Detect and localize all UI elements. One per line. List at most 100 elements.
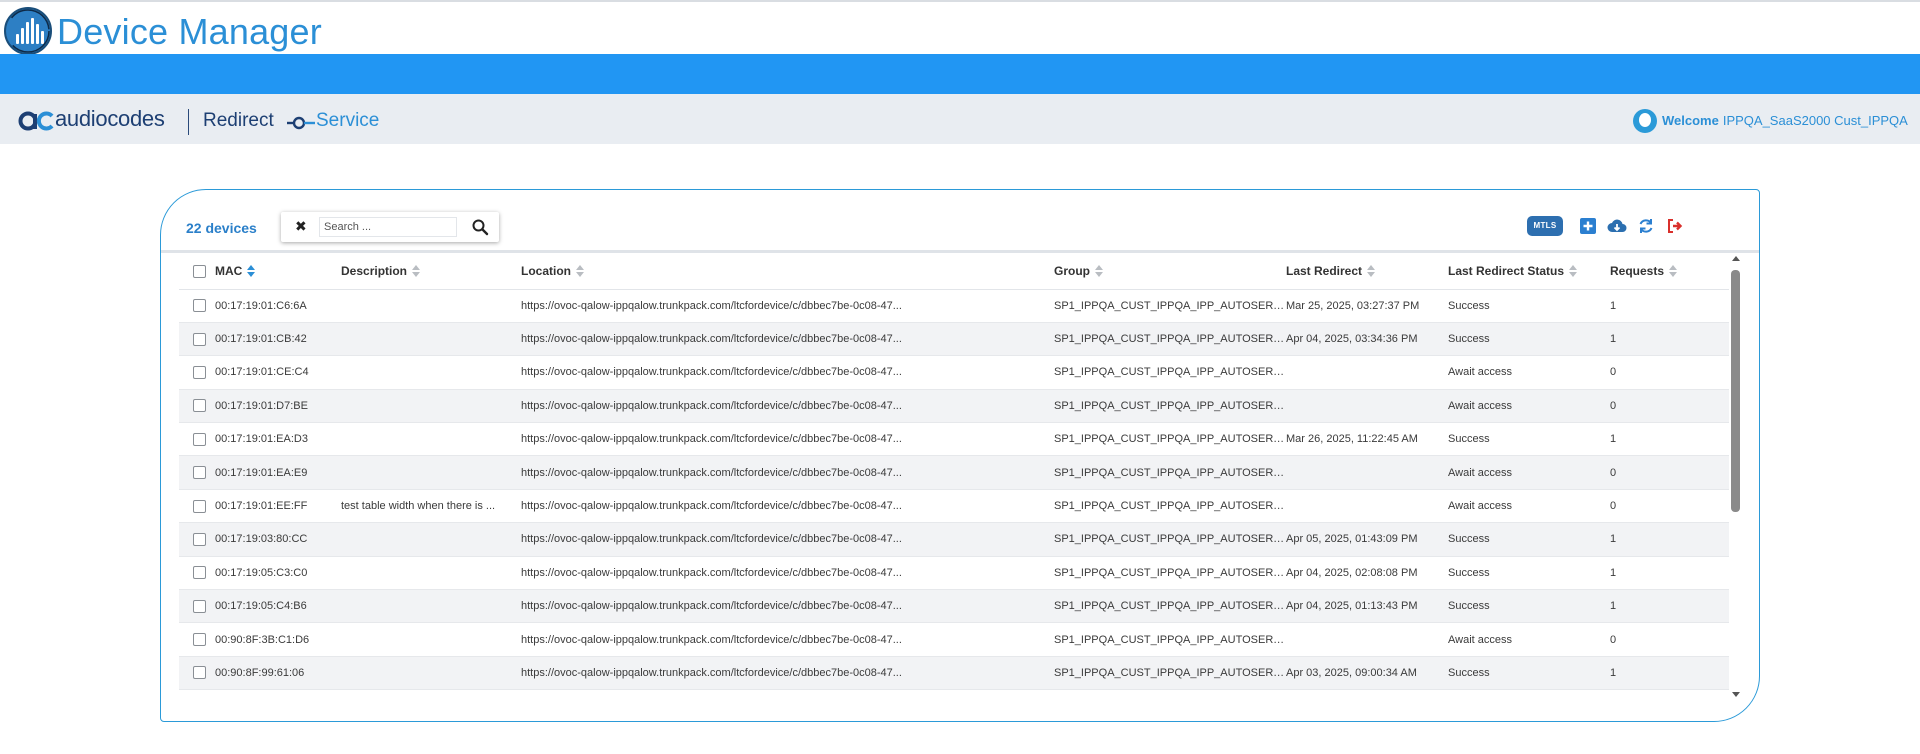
row-select-cell bbox=[179, 389, 215, 424]
cloud-download-icon[interactable] bbox=[1607, 217, 1627, 235]
row-select-cell bbox=[179, 489, 215, 524]
table-row[interactable]: 00:90:8F:3B:C1:D6 https://ovoc-qalow-ippq… bbox=[179, 622, 1729, 657]
status-cell: Success bbox=[1448, 322, 1610, 357]
location-cell: https://ovoc-qalow-ippqalow.trunkpack.co… bbox=[521, 589, 1054, 624]
description-cell bbox=[341, 389, 521, 424]
sort-icon[interactable] bbox=[1569, 264, 1578, 278]
table-row[interactable]: 00:17:19:01:CB:42 https://ovoc-qalow-ippq… bbox=[179, 322, 1729, 357]
sort-icon[interactable] bbox=[247, 264, 256, 278]
brand-bar: audiocodes Redirect Service Welcome IPPQA… bbox=[0, 94, 1920, 144]
row-checkbox[interactable] bbox=[193, 332, 206, 346]
status-cell: Await access bbox=[1448, 489, 1610, 524]
location-cell: https://ovoc-qalow-ippqalow.trunkpack.co… bbox=[521, 489, 1054, 524]
location-cell: https://ovoc-qalow-ippqalow.trunkpack.co… bbox=[521, 656, 1054, 691]
group-cell: SP1_IPPQA_CUST_IPPQA_IPP_AUTOSERVICE bbox=[1054, 422, 1286, 457]
description-cell bbox=[341, 422, 521, 457]
requests-cell: 1 bbox=[1610, 656, 1729, 691]
requests-cell: 1 bbox=[1610, 522, 1729, 557]
mac-cell: 00:17:19:01:CE:C4 bbox=[215, 355, 341, 390]
mtls-button[interactable]: MTLS bbox=[1527, 216, 1563, 236]
table-row[interactable]: 00:17:19:01:CE:C4 https://ovoc-qalow-ippq… bbox=[179, 355, 1729, 390]
last-redirect-cell: Apr 04, 2025, 01:13:43 PM bbox=[1286, 589, 1448, 624]
row-checkbox[interactable] bbox=[193, 466, 206, 480]
requests-cell: 1 bbox=[1610, 589, 1729, 624]
table-row[interactable]: 00:17:19:01:EE:FF test table width when t… bbox=[179, 489, 1729, 524]
sort-icon[interactable] bbox=[576, 264, 584, 278]
row-checkbox[interactable] bbox=[193, 532, 206, 546]
mac-cell: 00:17:19:03:80:CC bbox=[215, 522, 341, 557]
table-row[interactable]: 00:17:19:01:EA:D3 https://ovoc-qalow-ippq… bbox=[179, 422, 1729, 457]
welcome-user[interactable]: Welcome IPPQA_SaaS2000 Cust_IPPQA bbox=[1662, 113, 1908, 128]
sort-icon[interactable] bbox=[1367, 264, 1376, 278]
table-row[interactable]: 00:90:8F:99:61:06 https://ovoc-qalow-ippq… bbox=[179, 656, 1729, 691]
last-redirect-cell bbox=[1286, 455, 1448, 490]
table-row[interactable]: 00:17:19:03:80:CC https://ovoc-qalow-ippq… bbox=[179, 522, 1729, 557]
table-row[interactable]: 00:17:19:01:EA:E9 https://ovoc-qalow-ippq… bbox=[179, 455, 1729, 490]
row-checkbox[interactable] bbox=[193, 432, 206, 446]
row-checkbox[interactable] bbox=[193, 499, 206, 513]
requests-cell: 0 bbox=[1610, 389, 1729, 424]
column-header-requests[interactable]: Requests bbox=[1610, 253, 1729, 290]
search-input[interactable] bbox=[319, 217, 457, 237]
row-checkbox[interactable] bbox=[193, 666, 206, 680]
mac-cell: 00:90:8F:99:61:06 bbox=[215, 656, 341, 691]
column-label: Requests bbox=[1610, 263, 1665, 278]
column-header-last-redirect[interactable]: Last Redirect bbox=[1286, 253, 1448, 290]
search-icon[interactable] bbox=[471, 218, 489, 236]
row-checkbox[interactable] bbox=[193, 399, 206, 413]
group-cell: SP1_IPPQA_CUST_IPPQA_IPP_AUTOSERVICE bbox=[1054, 455, 1286, 490]
row-checkbox[interactable] bbox=[193, 299, 206, 313]
row-select-cell bbox=[179, 589, 215, 624]
group-cell: SP1_IPPQA_CUST_IPPQA_IPP_AUTOSERVICE bbox=[1054, 522, 1286, 557]
table-row[interactable]: 00:17:19:01:C6:6A https://ovoc-qalow-ippq… bbox=[179, 289, 1729, 323]
last-redirect-cell: Apr 04, 2025, 03:34:36 PM bbox=[1286, 322, 1448, 357]
row-checkbox[interactable] bbox=[193, 599, 206, 613]
mac-cell: 00:17:19:01:EA:E9 bbox=[215, 455, 341, 490]
logout-icon[interactable] bbox=[1666, 217, 1684, 235]
row-select-cell bbox=[179, 355, 215, 390]
refresh-icon[interactable] bbox=[1637, 217, 1655, 235]
group-cell: SP1_IPPQA_CUST_IPPQA_IPP_AUTOSERVICE bbox=[1054, 355, 1286, 390]
column-header-mac[interactable]: MAC bbox=[215, 253, 341, 290]
row-checkbox[interactable] bbox=[193, 365, 206, 379]
column-header-description[interactable]: Description bbox=[341, 253, 521, 290]
table-row[interactable]: 00:17:19:01:D7:BE https://ovoc-qalow-ippq… bbox=[179, 389, 1729, 424]
requests-cell: 0 bbox=[1610, 355, 1729, 390]
user-avatar-icon[interactable] bbox=[1633, 109, 1657, 133]
requests-cell: 1 bbox=[1610, 322, 1729, 357]
sort-icon[interactable] bbox=[412, 264, 421, 278]
column-header-last-redirect-status[interactable]: Last Redirect Status bbox=[1448, 253, 1610, 290]
group-cell: SP1_IPPQA_CUST_IPPQA_IPP_AUTOSERVICE bbox=[1054, 389, 1286, 424]
row-checkbox[interactable] bbox=[193, 566, 206, 580]
scrollbar-thumb[interactable] bbox=[1731, 270, 1740, 512]
location-cell: https://ovoc-qalow-ippqalow.trunkpack.co… bbox=[521, 455, 1054, 490]
title-bar: Device Manager bbox=[0, 0, 1920, 55]
column-header-group[interactable]: Group bbox=[1054, 253, 1286, 290]
select-all-checkbox[interactable] bbox=[193, 264, 206, 278]
description-cell bbox=[341, 622, 521, 657]
last-redirect-cell: Apr 03, 2025, 09:00:34 AM bbox=[1286, 656, 1448, 691]
requests-cell: 0 bbox=[1610, 455, 1729, 490]
status-cell: Await access bbox=[1448, 355, 1610, 390]
description-cell bbox=[341, 289, 521, 323]
table-row[interactable]: 00:17:19:05:C3:C0 https://ovoc-qalow-ippq… bbox=[179, 556, 1729, 591]
column-header-location[interactable]: Location bbox=[521, 253, 1054, 290]
user-name: IPPQA_SaaS2000 Cust_IPPQA bbox=[1722, 113, 1908, 128]
sort-icon[interactable] bbox=[1095, 264, 1103, 278]
status-cell: Await access bbox=[1448, 389, 1610, 424]
scroll-down-icon[interactable] bbox=[1732, 692, 1740, 697]
sort-icon[interactable] bbox=[1669, 264, 1678, 278]
requests-cell: 1 bbox=[1610, 556, 1729, 591]
audiocodes-logo-icon bbox=[18, 111, 54, 131]
close-icon[interactable]: ✖ bbox=[295, 218, 307, 235]
description-cell bbox=[341, 355, 521, 390]
status-cell: Success bbox=[1448, 656, 1610, 691]
table-row[interactable]: 00:17:19:05:C4:B6 https://ovoc-qalow-ippq… bbox=[179, 589, 1729, 624]
add-icon[interactable] bbox=[1579, 217, 1597, 235]
row-checkbox[interactable] bbox=[193, 633, 206, 647]
table-scrollbar[interactable] bbox=[1729, 253, 1743, 703]
description-cell bbox=[341, 656, 521, 691]
requests-cell: 0 bbox=[1610, 489, 1729, 524]
location-cell: https://ovoc-qalow-ippqalow.trunkpack.co… bbox=[521, 289, 1054, 323]
scroll-up-icon[interactable] bbox=[1732, 256, 1740, 261]
